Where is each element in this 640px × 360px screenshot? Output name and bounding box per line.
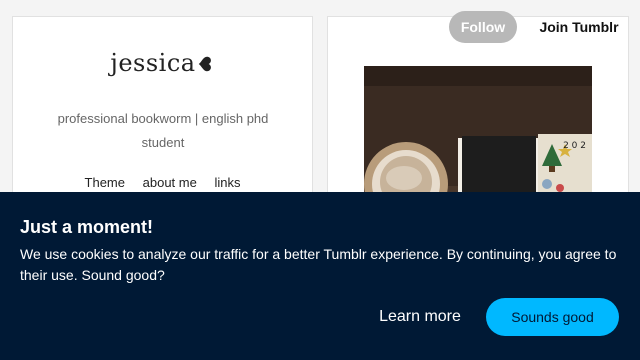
blog-description: professional bookworm | english phd stud… <box>57 111 269 150</box>
blog-title: jessica <box>13 49 312 77</box>
learn-more-button[interactable]: Learn more <box>369 298 471 336</box>
cookie-banner-message: We use cookies to analyze our traffic fo… <box>20 246 617 283</box>
tumblr-blog-page: jessica professional bookworm | english … <box>0 0 640 360</box>
cookie-banner-title: Just a moment! <box>20 217 154 237</box>
cookie-consent-banner: Just a moment! We use cookies to analyze… <box>0 192 640 360</box>
sounds-good-button[interactable]: Sounds good <box>486 298 619 336</box>
nav-link-theme[interactable]: Theme <box>85 175 125 190</box>
join-tumblr-button[interactable]: Join Tumblr <box>530 11 628 43</box>
calendar-year-text: 2 0 2 <box>563 141 586 151</box>
heart-icon <box>198 56 211 72</box>
follow-button[interactable]: Follow <box>449 11 517 43</box>
blog-nav: Theme about me links <box>13 175 312 190</box>
nav-link-links[interactable]: links <box>214 175 240 190</box>
blog-title-text: jessica <box>110 49 196 77</box>
nav-link-about-me[interactable]: about me <box>143 175 197 190</box>
